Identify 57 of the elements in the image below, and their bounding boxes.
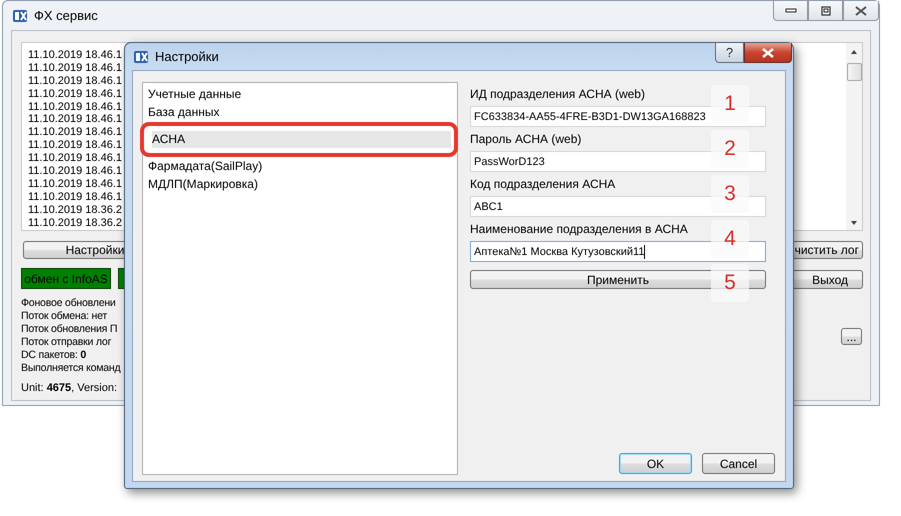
minimize-icon <box>784 8 796 14</box>
more-button[interactable]: ... <box>841 328 862 345</box>
status-text: Поток отправки лог <box>21 336 112 349</box>
step-number: 4 <box>711 220 749 258</box>
text-cursor <box>644 244 646 258</box>
category-item[interactable]: АСНА <box>140 122 458 157</box>
log-line: 11.10.2019 18.46.1 <box>28 113 122 126</box>
log-line: 11.10.2019 18.46.1 <box>28 152 122 166</box>
log-line: 11.10.2019 18.46.1 <box>28 74 122 88</box>
close-icon <box>761 48 775 58</box>
field-label: ИД подразделения АСНА (web) <box>470 87 646 101</box>
log-line: 11.10.2019 18.46.1 <box>28 126 122 140</box>
log-line: 11.10.2019 18.46.1 <box>28 62 122 75</box>
status-text: Фоновое обновлени <box>21 297 116 310</box>
step-number: 5 <box>711 264 749 302</box>
category-item[interactable]: Фармадата(SailPlay) <box>144 158 455 176</box>
log-line: 11.10.2019 18.36.2 <box>28 204 122 217</box>
log-line: 11.10.2019 18.46.1 <box>28 139 122 152</box>
status-text: Поток обновления П <box>21 323 118 336</box>
close-button[interactable] <box>843 1 879 21</box>
scrollbar-thumb[interactable] <box>846 63 862 81</box>
category-item[interactable]: База данных <box>144 104 455 121</box>
category-item[interactable]: МДЛП(Маркировка) <box>144 176 455 193</box>
step-number: 3 <box>711 175 749 213</box>
field-label: Код подразделения АСНА <box>470 177 616 191</box>
log-line: 11.10.2019 18.46.1 <box>28 178 122 191</box>
version-text: Unit: 4675, Version: <box>21 382 118 394</box>
dialog-title: Настройки <box>155 49 219 64</box>
log-line: 11.10.2019 18.36.2 <box>28 216 122 230</box>
ok-button[interactable]: OK <box>619 453 692 474</box>
field-label: Наименование подразделения в АСНА <box>470 222 689 236</box>
maximize-icon <box>820 6 830 16</box>
close-icon <box>855 6 867 16</box>
log-line: 11.10.2019 18.46.1 <box>28 165 122 178</box>
step-number: 2 <box>711 130 749 168</box>
log-line: 11.10.2019 18.46.1 <box>28 100 122 114</box>
app-icon <box>12 8 28 24</box>
status-text: DC пакетов: 0 <box>21 349 86 362</box>
status-text: Выполняется команд <box>21 362 120 375</box>
log-line: 11.10.2019 18.46.1 <box>28 49 122 62</box>
scroll-down-icon[interactable] <box>850 220 858 226</box>
log-line: 11.10.2019 18.46.1 <box>28 88 122 101</box>
minimize-button[interactable] <box>773 1 808 21</box>
window-title: ФХ сервис <box>34 8 98 23</box>
category-item[interactable]: Учетные данные <box>144 86 455 104</box>
maximize-button[interactable] <box>808 1 843 21</box>
exchange-button[interactable]: обмен с InfoAS <box>21 268 111 289</box>
step-number: 1 <box>711 85 749 123</box>
log-line: 11.10.2019 18.46.1 <box>28 190 122 204</box>
scrollbar[interactable] <box>846 43 862 230</box>
field-label: Пароль АСНА (web) <box>470 132 582 146</box>
app-icon <box>133 48 149 64</box>
scroll-up-icon[interactable] <box>850 49 858 55</box>
help-button[interactable]: ? <box>715 43 744 63</box>
status-text: Поток обмена: нет <box>21 310 107 323</box>
close-button[interactable] <box>744 43 792 63</box>
cancel-button[interactable]: Cancel <box>702 453 775 474</box>
